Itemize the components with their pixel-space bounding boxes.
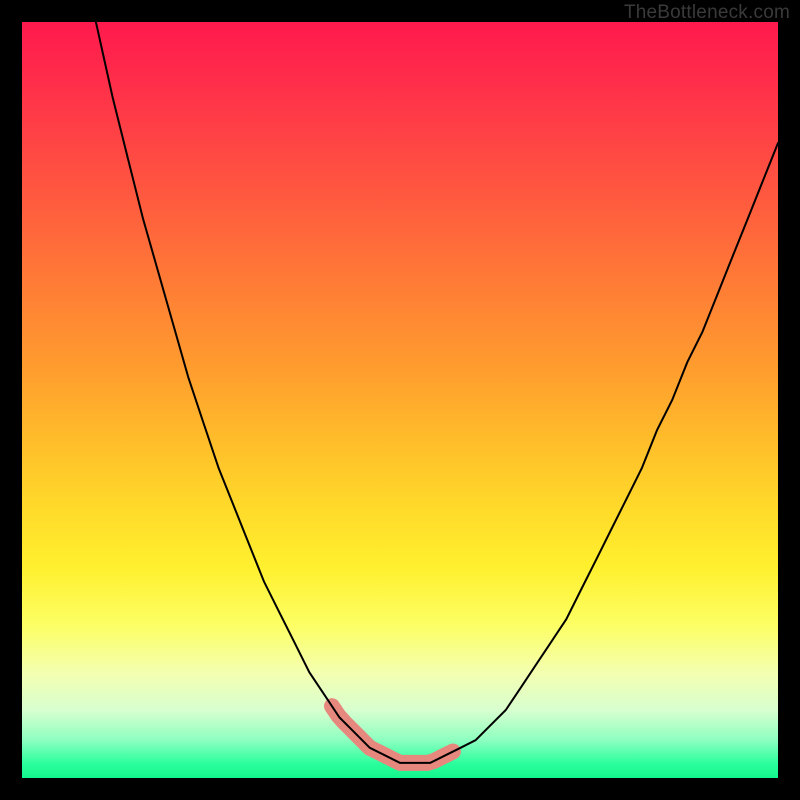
chart-frame: TheBottleneck.com [0,0,800,800]
curve-line [22,22,778,763]
chart-svg [22,22,778,778]
watermark-text: TheBottleneck.com [624,2,790,24]
trough-marker [332,706,453,763]
plot-area [22,22,778,778]
